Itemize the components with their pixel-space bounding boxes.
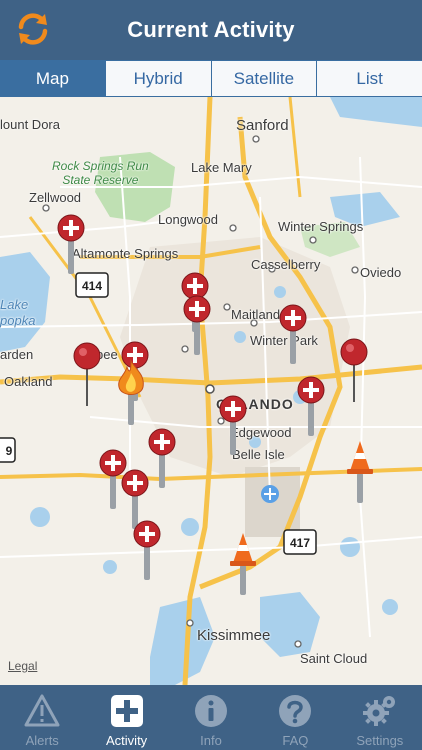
tab-hybrid[interactable]: Hybrid xyxy=(105,61,212,96)
traffic-cone-marker[interactable] xyxy=(227,531,259,597)
incident-pin[interactable] xyxy=(57,214,85,276)
tabbar-label-info: Info xyxy=(200,733,222,748)
info-icon xyxy=(195,695,228,727)
map-label-lake: Lake xyxy=(0,297,29,312)
map-label-maitland: Maitland xyxy=(231,307,281,322)
incident-pin[interactable] xyxy=(279,304,307,366)
map-label-winter-springs: Winter Springs xyxy=(278,219,364,234)
red-map-pin[interactable] xyxy=(339,338,369,404)
svg-text:414: 414 xyxy=(82,279,102,293)
alert-triangle-icon xyxy=(24,694,60,727)
incident-pin[interactable] xyxy=(133,520,161,582)
red-map-pin[interactable] xyxy=(72,342,102,408)
nav-header: Current Activity xyxy=(0,0,422,60)
incident-pin[interactable] xyxy=(183,295,211,357)
tabbar-item-alerts[interactable]: Alerts xyxy=(0,685,84,750)
svg-text:9: 9 xyxy=(6,444,13,458)
map-label-zellwood: Zellwood xyxy=(29,190,82,205)
map-label-garden: arden xyxy=(0,347,34,362)
tabbar-label-settings: Settings xyxy=(356,733,404,748)
question-icon xyxy=(279,695,312,727)
tabbar-label-alerts: Alerts xyxy=(25,733,59,748)
highway-shield-left: 9 xyxy=(0,437,16,463)
plus-square-icon xyxy=(110,695,143,727)
legal-link[interactable]: Legal xyxy=(8,659,37,673)
app-screen: Current Activity Map Hybrid Satellite Li… xyxy=(0,0,422,750)
gear-icon xyxy=(362,696,395,726)
map-label-mount-dora: lount Dora xyxy=(0,117,60,132)
map-label-altamonte-springs: Altamonte Springs xyxy=(72,246,179,261)
tabbar-item-activity[interactable]: Activity xyxy=(84,685,168,750)
map-type-segmented-control: Map Hybrid Satellite List xyxy=(0,60,422,97)
tab-list[interactable]: List xyxy=(317,61,422,96)
incident-pin[interactable] xyxy=(219,395,247,457)
tab-map[interactable]: Map xyxy=(0,61,106,96)
map-label-apopka-lake: popka xyxy=(0,313,36,328)
map-label-casselberry: Casselberry xyxy=(251,257,321,272)
map-label-rock-springs: Rock Springs Run State Reserve xyxy=(52,159,149,187)
traffic-cone-marker[interactable] xyxy=(344,439,376,505)
tab-satellite[interactable]: Satellite xyxy=(211,61,318,96)
tabbar-item-settings[interactable]: Settings xyxy=(338,685,422,750)
incident-pin[interactable] xyxy=(297,376,325,438)
map-label-longwood: Longwood xyxy=(158,212,218,227)
map-label-lake-mary: Lake Mary xyxy=(191,160,252,175)
incident-pin[interactable] xyxy=(148,428,176,490)
tabbar-label-activity: Activity xyxy=(106,733,148,748)
tabbar-item-faq[interactable]: FAQ xyxy=(253,685,337,750)
tabbar-label-faq: FAQ xyxy=(282,733,309,748)
fire-marker[interactable] xyxy=(113,359,149,427)
svg-text:417: 417 xyxy=(290,536,310,550)
bottom-tab-bar: Alerts Activity Info FAQ Settings xyxy=(0,685,422,750)
page-title: Current Activity xyxy=(127,17,295,42)
map-view[interactable]: Sanford lount Dora Rock Springs Run State… xyxy=(0,97,422,685)
map-label-sanford: Sanford xyxy=(236,117,289,134)
highway-shield-417: 417 xyxy=(283,529,317,555)
map-label-oviedo: Oviedo xyxy=(360,265,402,280)
map-label-oakland: Oakland xyxy=(4,374,53,389)
map-label-kissimmee: Kissimmee xyxy=(197,627,271,644)
map-label-saint-cloud: Saint Cloud xyxy=(300,651,368,666)
tabbar-item-info[interactable]: Info xyxy=(169,685,253,750)
